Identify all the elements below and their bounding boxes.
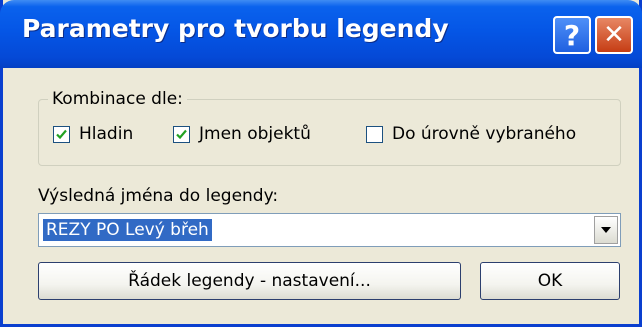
help-button[interactable]: ?: [553, 16, 591, 54]
close-button[interactable]: ✕: [595, 16, 633, 54]
checkbox-label-do-urovne-vybraneho[interactable]: Do úrovně vybraného: [392, 124, 576, 144]
legend-names-combobox[interactable]: REZY PO Levý břeh: [38, 213, 621, 247]
checkbox-jmen-objektu[interactable]: [173, 126, 190, 143]
checkbox-hladin[interactable]: [53, 126, 70, 143]
checkbox-do-urovne-vybraneho[interactable]: [366, 126, 383, 143]
result-names-label: Výsledná jména do legendy:: [38, 186, 279, 206]
dropdown-arrow-button[interactable]: [594, 216, 618, 244]
checkbox-label-hladin[interactable]: Hladin: [79, 124, 133, 144]
combobox-selected-value[interactable]: REZY PO Levý břeh: [43, 219, 212, 241]
checkbox-label-jmen-objektu[interactable]: Jmen objektů: [199, 124, 311, 144]
ok-button[interactable]: OK: [480, 262, 620, 300]
row-settings-button[interactable]: Řádek legendy - nastavení...: [38, 262, 461, 300]
window-title: Parametry pro tvorbu legendy: [22, 14, 449, 43]
title-bar[interactable]: Parametry pro tvorbu legendy ? ✕: [0, 0, 642, 68]
chevron-down-icon: [601, 227, 611, 233]
checkmark-icon: [176, 129, 187, 140]
combination-group-label: Kombinace dle:: [48, 89, 187, 109]
checkmark-icon: [56, 129, 67, 140]
